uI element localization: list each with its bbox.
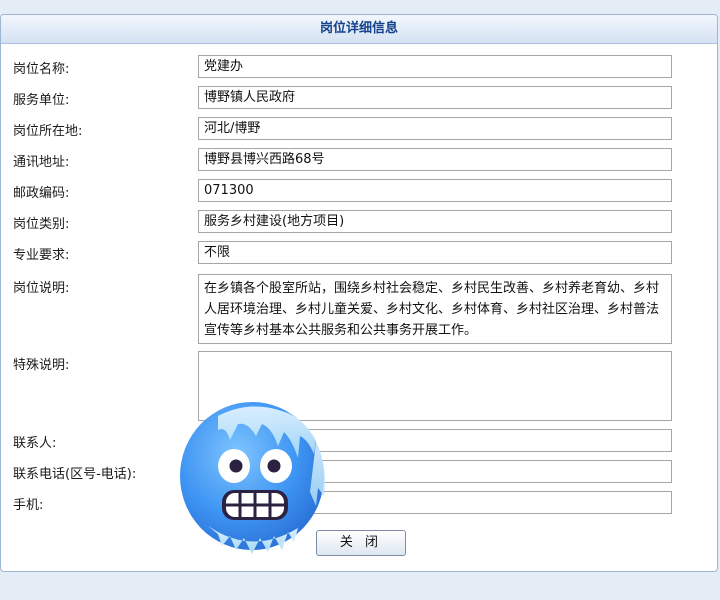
position-name-field[interactable]: 党建办 [198, 55, 672, 78]
category-label: 岗位类别: [13, 217, 70, 232]
major-label: 专业要求: [13, 248, 70, 263]
location-field[interactable]: 河北/博野 [198, 117, 672, 140]
address-label: 通讯地址: [13, 155, 70, 170]
position-name-label: 岗位名称: [13, 62, 70, 77]
freezing-face-emoji-icon [180, 402, 325, 554]
major-field[interactable]: 不限 [198, 241, 672, 264]
panel-title: 岗位详细信息 [1, 15, 717, 44]
service-unit-label: 服务单位: [13, 93, 70, 108]
contact-label: 联系人: [13, 436, 57, 451]
mobile-label: 手机: [13, 498, 44, 513]
category-field[interactable]: 服务乡村建设(地方项目) [198, 210, 672, 233]
phone-label: 联系电话(区号-电话): [13, 467, 137, 482]
address-field[interactable]: 博野县博兴西路68号 [198, 148, 672, 171]
postcode-label: 邮政编码: [13, 186, 70, 201]
location-label: 岗位所在地: [13, 124, 83, 139]
special-label: 特殊说明: [13, 358, 70, 373]
postcode-field[interactable]: 071300 [198, 179, 672, 202]
service-unit-field[interactable]: 博野镇人民政府 [198, 86, 672, 109]
description-field[interactable]: 在乡镇各个股室所站，围绕乡村社会稳定、乡村民生改善、乡村养老育幼、乡村人居环境治… [198, 274, 672, 344]
description-label: 岗位说明: [13, 281, 70, 296]
position-detail-panel: 岗位详细信息 岗位名称: 党建办 服务单位: 博野镇人民政府 岗位所在地: 河北… [0, 14, 718, 572]
